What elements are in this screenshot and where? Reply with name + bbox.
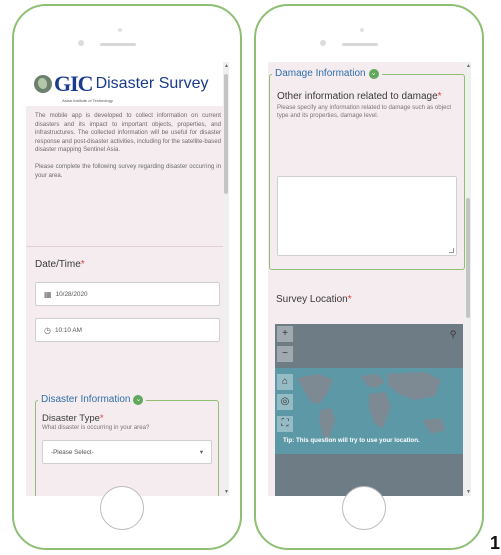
intro-paragraph-1: The mobile app is developed to collect i… — [35, 112, 221, 154]
zoom-out-button[interactable]: − — [277, 346, 293, 362]
scroll-thumb[interactable] — [466, 198, 470, 318]
location-map[interactable]: + − ⌂ ◎ ⛶ ⚲ Tip: This question will try … — [275, 324, 463, 496]
sensor-dot — [360, 28, 364, 32]
chevron-down-icon[interactable]: ⌄ — [133, 394, 144, 405]
date-input[interactable]: ▦ 10/28/2020 — [35, 282, 220, 306]
fullscreen-icon[interactable]: ⛶ — [277, 416, 293, 432]
home-button[interactable] — [100, 486, 144, 530]
location-tip: Tip: This question will try to use your … — [283, 437, 420, 444]
damage-information-group: Damage Information ⌄ Other information r… — [269, 68, 465, 270]
front-camera — [78, 40, 84, 46]
home-icon[interactable]: ⌂ — [277, 374, 293, 390]
app-logo: GIC Disaster Survey Asian Institute of T… — [26, 62, 229, 106]
required-mark: * — [437, 91, 442, 102]
scroll-up-arrow-icon[interactable]: ▲ — [224, 63, 229, 69]
logo-title: Disaster Survey — [95, 75, 209, 92]
datetime-label: Date/Time* — [35, 259, 85, 270]
intro-paragraph-2: Please complete the following survey reg… — [35, 162, 221, 179]
left-phone-frame: GIC Disaster Survey Asian Institute of T… — [12, 4, 242, 550]
scroll-thumb[interactable] — [224, 74, 228, 194]
left-scrollbar[interactable]: ▲ ▼ — [223, 62, 229, 496]
zoom-in-button[interactable]: + — [277, 326, 293, 342]
chevron-down-icon[interactable]: ⌄ — [368, 68, 379, 79]
earpiece-speaker — [100, 43, 136, 46]
select-value: -Please Select- — [51, 448, 94, 456]
required-mark: * — [347, 294, 352, 305]
scroll-up-arrow-icon[interactable]: ▲ — [466, 63, 471, 69]
intro-description: The mobile app is developed to collect i… — [26, 106, 229, 246]
disaster-type-select[interactable]: -Please Select- ▾ — [42, 440, 212, 465]
search-icon[interactable]: ⚲ — [445, 326, 461, 342]
disaster-type-hint: What disaster is occurring in your area? — [42, 424, 150, 431]
disaster-type-label: Disaster Type* — [42, 413, 104, 424]
globe-icon — [34, 75, 52, 93]
survey-location-label: Survey Location* — [276, 294, 352, 305]
world-map — [275, 324, 463, 496]
date-value: 10/28/2020 — [55, 290, 88, 298]
earpiece-speaker — [342, 43, 378, 46]
right-screen: Damage Information ⌄ Other information r… — [268, 62, 471, 496]
damage-information-title[interactable]: Damage Information ⌄ — [272, 68, 382, 79]
chevron-down-icon: ▾ — [199, 448, 203, 456]
damage-hint: Please specify any information related t… — [277, 104, 452, 120]
calendar-icon: ▦ — [44, 289, 52, 299]
front-camera — [320, 40, 326, 46]
figure: GIC Disaster Survey Asian Institute of T… — [0, 0, 501, 555]
time-value: 10:10 AM — [54, 326, 82, 334]
damage-textarea[interactable] — [277, 176, 457, 256]
clock-icon: ◷ — [44, 325, 51, 335]
sensor-dot — [118, 28, 122, 32]
right-scrollbar[interactable]: ▲ ▼ — [465, 62, 471, 496]
damage-question-label: Other information related to damage* — [277, 91, 442, 102]
figure-number: 1 — [490, 533, 501, 553]
required-mark: * — [80, 259, 85, 270]
resize-handle-icon[interactable] — [449, 248, 454, 253]
home-button[interactable] — [342, 486, 386, 530]
disaster-information-group: Disaster Information ⌄ Disaster Type* Wh… — [35, 394, 219, 496]
left-screen: GIC Disaster Survey Asian Institute of T… — [26, 62, 229, 496]
scroll-down-arrow-icon[interactable]: ▼ — [224, 489, 229, 495]
scroll-down-arrow-icon[interactable]: ▼ — [466, 489, 471, 495]
logo-subtitle: Asian Institute of Technology — [62, 98, 113, 103]
logo-brand: GIC — [54, 71, 94, 96]
required-mark: * — [99, 413, 104, 424]
right-phone-frame: Damage Information ⌄ Other information r… — [254, 4, 484, 550]
disaster-information-title[interactable]: Disaster Information ⌄ — [38, 394, 147, 405]
locate-icon[interactable]: ◎ — [277, 394, 293, 410]
time-input[interactable]: ◷ 10:10 AM — [35, 318, 220, 342]
